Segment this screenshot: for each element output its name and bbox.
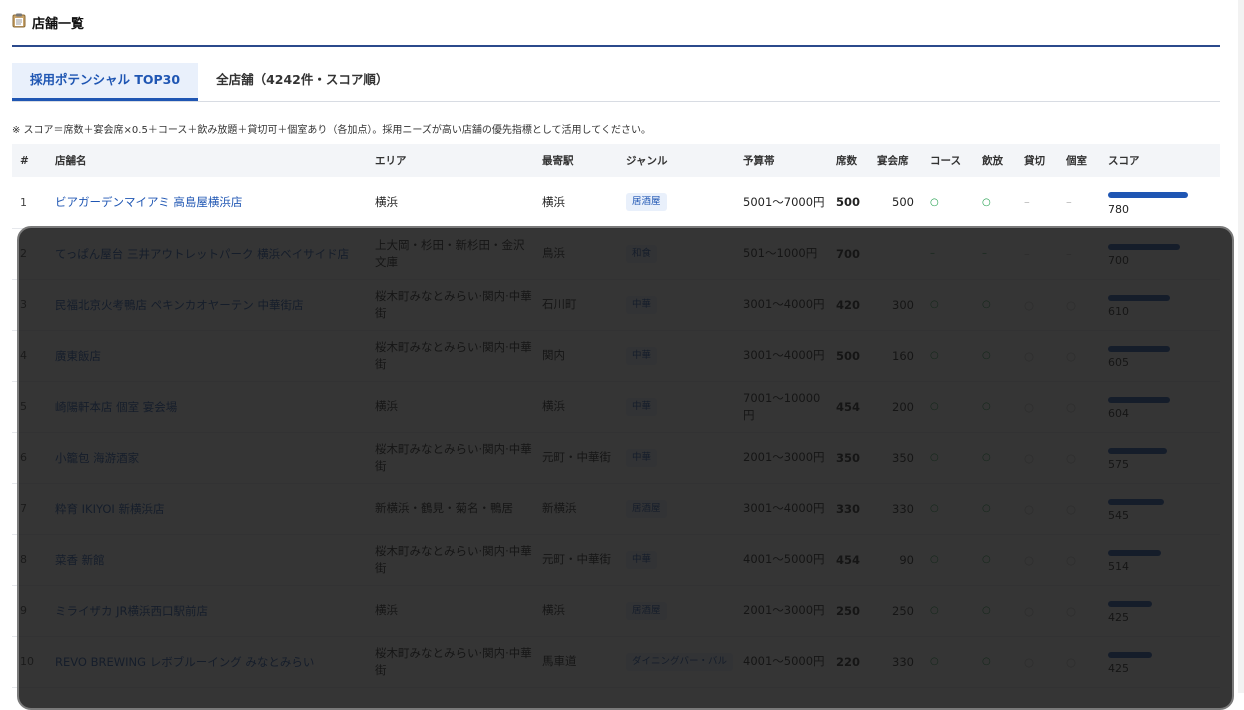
room-flag: – <box>1058 177 1100 229</box>
col-drink[interactable]: 飲放 <box>974 144 1016 177</box>
col-genre[interactable]: ジャンル <box>618 144 735 177</box>
genre-badge: 居酒屋 <box>626 193 667 212</box>
col-room[interactable]: 個室 <box>1058 144 1100 177</box>
section-header: 店舗一覧 <box>12 0 1220 47</box>
store-area: 横浜 <box>367 177 534 229</box>
store-station: 横浜 <box>534 177 618 229</box>
private-flag: – <box>1016 177 1058 229</box>
score-value: 780 <box>1108 202 1129 216</box>
modal-overlay[interactable] <box>17 226 1234 710</box>
page-title: 店舗一覧 <box>32 17 85 32</box>
col-seats[interactable]: 席数 <box>828 144 869 177</box>
clipboard-icon <box>12 13 26 32</box>
store-banquet-seats: 500 <box>869 177 922 229</box>
col-no[interactable]: # <box>12 144 47 177</box>
col-score[interactable]: スコア <box>1100 144 1220 177</box>
col-budget[interactable]: 予算帯 <box>735 144 828 177</box>
drink-flag: ○ <box>974 177 1016 229</box>
tab-bar: 採用ポテンシャル TOP30 全店舗（4242件・スコア順） <box>12 63 1220 102</box>
store-name-link[interactable]: ビアガーデンマイアミ 高島屋横浜店 <box>47 177 367 229</box>
col-banquet[interactable]: 宴会席 <box>869 144 922 177</box>
tab-all-stores[interactable]: 全店舗（4242件・スコア順） <box>198 63 406 101</box>
table-row[interactable]: 1 ビアガーデンマイアミ 高島屋横浜店 横浜 横浜 居酒屋 5001〜7000円 500 50… <box>12 177 1220 229</box>
score-note: ※ スコア＝席数＋宴会席×0.5＋コース＋飲み放題＋貸切可＋個室あり（各加点）。… <box>12 125 651 136</box>
page-scrollbar[interactable] <box>1238 0 1244 693</box>
col-area[interactable]: エリア <box>367 144 534 177</box>
store-budget: 5001〜7000円 <box>735 177 828 229</box>
col-name[interactable]: 店舗名 <box>47 144 367 177</box>
score-bar <box>1108 192 1188 199</box>
score-cell: 780 <box>1100 177 1220 229</box>
tab-top30[interactable]: 採用ポテンシャル TOP30 <box>12 63 199 101</box>
table-header: # 店舗名 エリア 最寄駅 ジャンル 予算帯 席数 宴会席 コース 飲放 貸切 … <box>12 144 1220 177</box>
col-private[interactable]: 貸切 <box>1016 144 1058 177</box>
col-station[interactable]: 最寄駅 <box>534 144 618 177</box>
col-course[interactable]: コース <box>922 144 974 177</box>
genre-cell: 居酒屋 <box>618 177 735 229</box>
store-seats: 500 <box>828 177 869 229</box>
course-flag: ○ <box>922 177 974 229</box>
row-number: 1 <box>12 177 47 229</box>
